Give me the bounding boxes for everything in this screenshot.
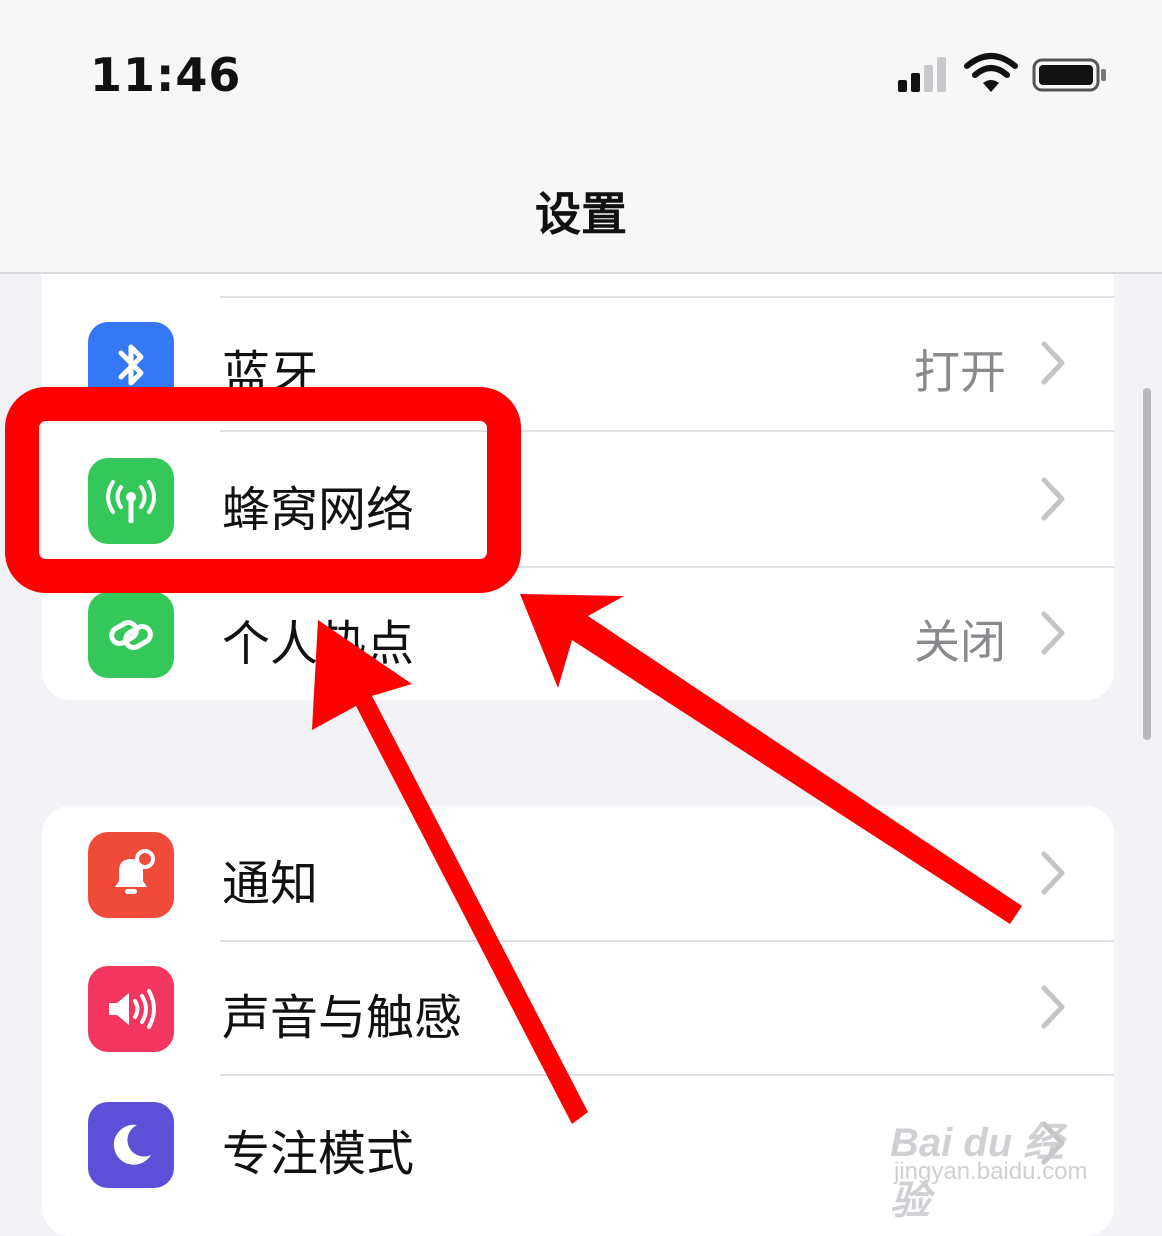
settings-row-label: 通知	[222, 856, 319, 912]
chevron-right-icon	[1041, 611, 1065, 655]
scrollbar[interactable]	[1143, 388, 1151, 740]
chevron-right-icon	[1041, 985, 1065, 1029]
settings-row-notifications[interactable]: 通知	[42, 806, 1114, 940]
settings-row-value: 关闭	[914, 615, 1006, 669]
moon-icon	[88, 1102, 174, 1188]
settings-row-label: 个人热点	[222, 616, 415, 672]
watermark-url: jingyan.baidu.com	[894, 1158, 1088, 1185]
header: 11:46 设置	[0, 0, 1162, 274]
connectivity-group: 蓝牙 打开 蜂窝网络 个人热点 关闭	[42, 274, 1114, 700]
status-time: 11:46	[90, 48, 242, 102]
settings-row-label: 声音与触感	[222, 990, 463, 1046]
page-title: 设置	[535, 187, 627, 241]
settings-row-sounds[interactable]: 声音与触感	[42, 940, 1114, 1074]
settings-row-label: 蓝牙	[222, 346, 319, 402]
cellular-signal-icon	[898, 57, 946, 92]
settings-row-label: 蜂窝网络	[222, 482, 415, 538]
bluetooth-icon	[88, 322, 174, 408]
chevron-right-icon	[1041, 341, 1065, 385]
bell-icon	[88, 832, 174, 918]
settings-row-label: 专注模式	[222, 1126, 415, 1182]
battery-icon	[1032, 58, 1106, 92]
watermark: Bai du 经验 jingyan.baidu.com	[890, 1110, 1100, 1223]
speaker-icon	[88, 966, 174, 1052]
antenna-icon	[88, 458, 174, 544]
settings-row-hotspot[interactable]: 个人热点 关闭	[42, 566, 1114, 700]
chevron-right-icon	[1041, 477, 1065, 521]
chevron-right-icon	[1041, 851, 1065, 895]
settings-row-cellular[interactable]: 蜂窝网络	[42, 432, 1114, 566]
settings-row-value: 打开	[914, 345, 1006, 399]
wifi-icon	[964, 53, 1018, 92]
settings-row-bluetooth[interactable]: 蓝牙 打开	[42, 296, 1114, 430]
link-icon	[88, 592, 174, 678]
